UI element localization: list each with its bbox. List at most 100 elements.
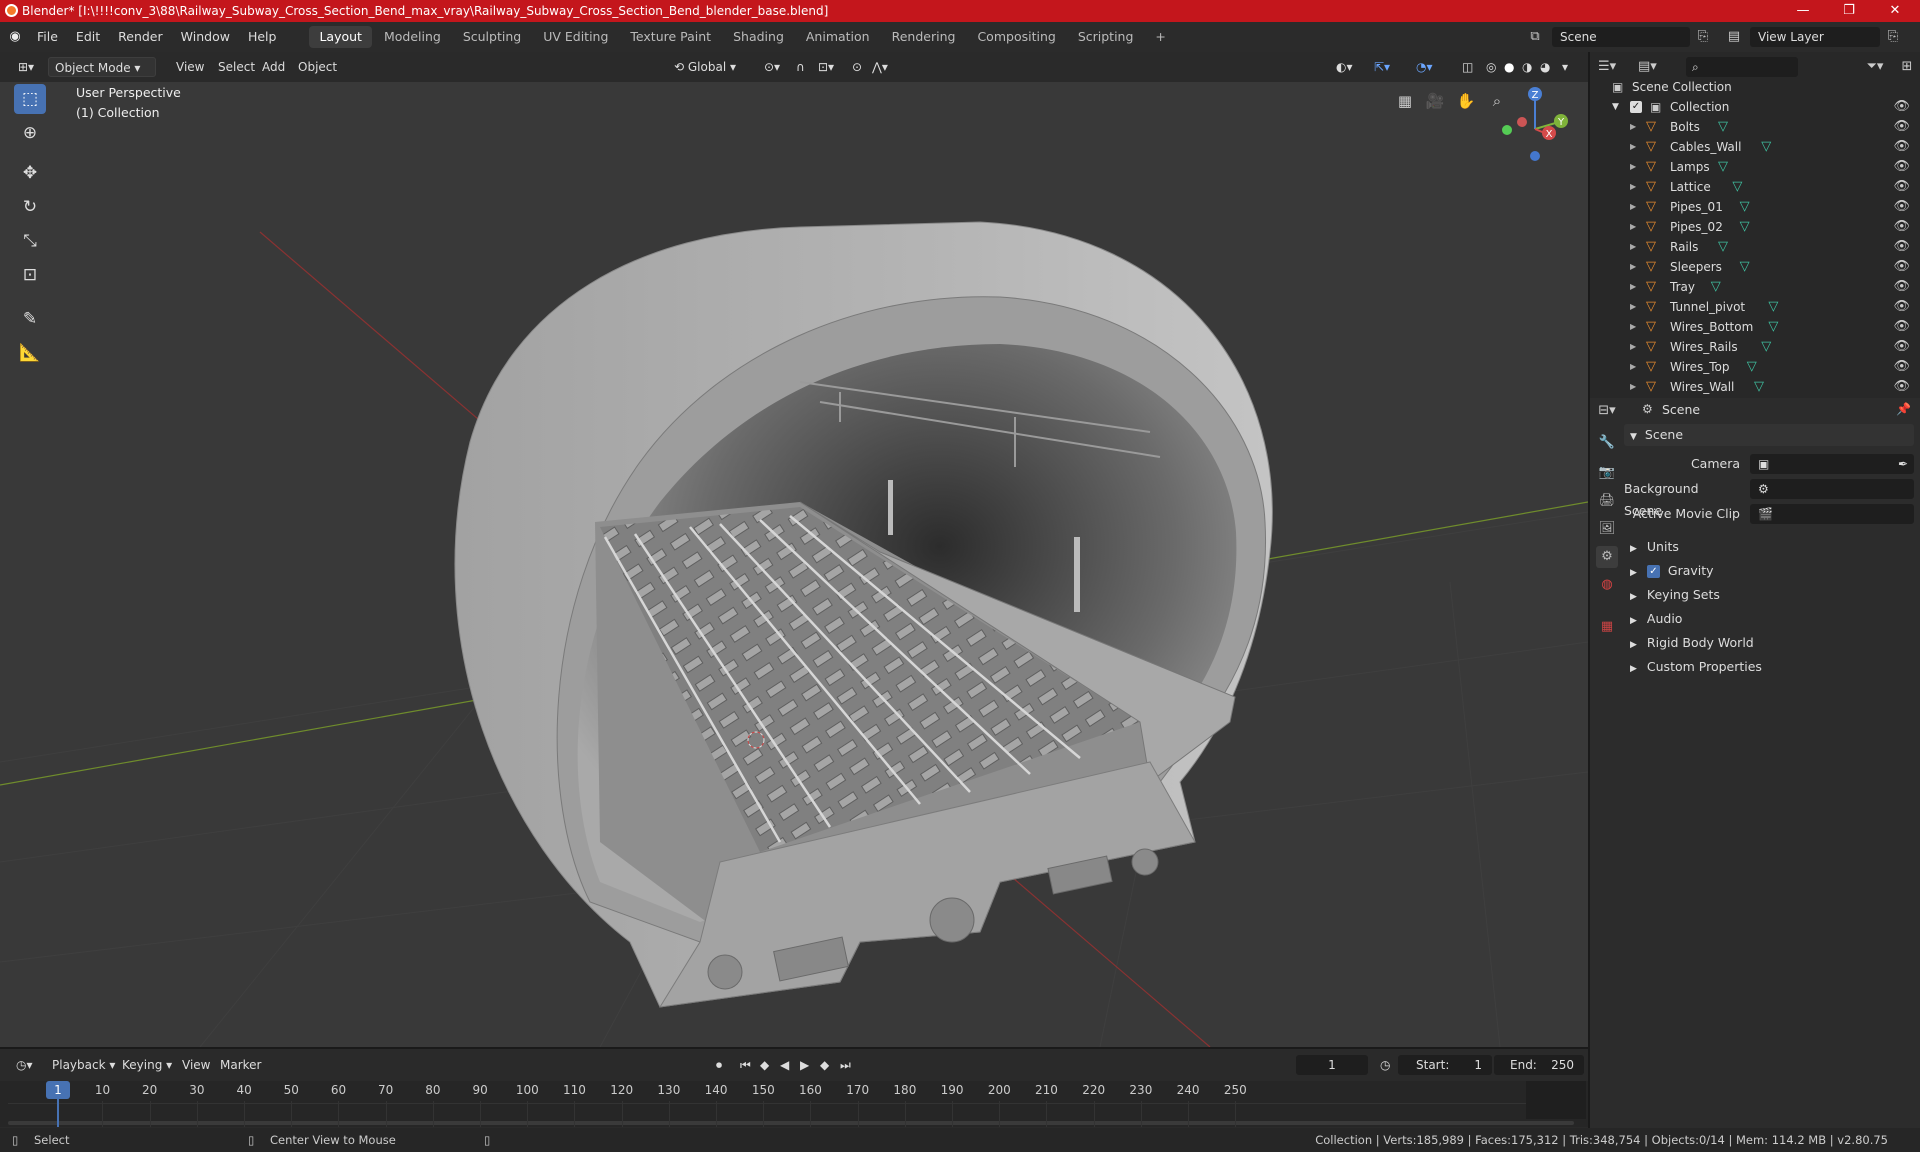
move-tool[interactable]: ✥: [14, 158, 46, 188]
tool-tab-icon[interactable]: 🔧: [1596, 432, 1618, 454]
shading-options-icon[interactable]: ▾: [1556, 57, 1574, 77]
eye-icon[interactable]: 👁: [1893, 117, 1910, 137]
rotate-tool[interactable]: ↻: [14, 192, 46, 222]
minimize-button[interactable]: —: [1780, 0, 1826, 22]
world-tab-icon[interactable]: ◍: [1596, 574, 1618, 596]
play-icon[interactable]: ▶: [794, 1055, 815, 1075]
viewport-menu-view[interactable]: View: [170, 57, 210, 77]
visibility-icon[interactable]: ◐▾: [1330, 57, 1359, 77]
view-layer-icon[interactable]: ▤: [1725, 28, 1743, 46]
scene-tab-icon[interactable]: ⚙: [1596, 546, 1618, 568]
output-tab-icon[interactable]: 🖨: [1596, 490, 1618, 512]
eye-icon[interactable]: 👁: [1893, 97, 1910, 117]
view-layer-tab-icon[interactable]: 🖼: [1596, 518, 1618, 540]
scene-browse-icon[interactable]: ⧉: [1526, 28, 1544, 46]
mesh-data-icon[interactable]: ▽: [1768, 317, 1778, 337]
mesh-data-icon[interactable]: ▽: [1747, 357, 1757, 377]
tab-shading[interactable]: Shading: [723, 26, 794, 48]
pan-hand-icon[interactable]: ✋: [1453, 88, 1479, 114]
eyedropper-icon[interactable]: ✒: [1898, 454, 1908, 474]
outliner-scene-collection[interactable]: ▣ Scene Collection: [1590, 77, 1920, 97]
close-button[interactable]: ✕: [1872, 0, 1918, 22]
axis-gizmo[interactable]: Z Y X: [1500, 84, 1570, 174]
scale-tool[interactable]: ⤡: [14, 226, 46, 256]
eye-icon[interactable]: 👁: [1893, 277, 1910, 297]
current-frame-field[interactable]: 1: [1296, 1055, 1368, 1075]
outliner-object-lamps[interactable]: ▶ ▽ Lamps ▽ 👁: [1590, 157, 1920, 177]
tab-compositing[interactable]: Compositing: [967, 26, 1065, 48]
scene-selector[interactable]: Scene: [1552, 27, 1690, 47]
mesh-data-icon[interactable]: ▽: [1754, 377, 1764, 397]
snap-icon[interactable]: ∩: [790, 57, 811, 77]
timeline-menu-marker[interactable]: Marker: [214, 1055, 267, 1075]
blender-menu-icon[interactable]: ◉: [6, 28, 24, 46]
outliner-editor-icon[interactable]: ☰▾: [1598, 58, 1616, 76]
transform-tool[interactable]: ⊡: [14, 260, 46, 290]
outliner-object-tunnel-pivot[interactable]: ▶ ▽ Tunnel_pivot ▽ 👁: [1590, 297, 1920, 317]
mesh-data-icon[interactable]: ▽: [1732, 177, 1742, 197]
play-reverse-icon[interactable]: ◀: [774, 1055, 795, 1075]
scene-panel-header[interactable]: ▼ Scene: [1624, 424, 1914, 446]
outliner-object-tray[interactable]: ▶ ▽ Tray ▽ 👁: [1590, 277, 1920, 297]
custom-properties-section[interactable]: ▶ Custom Properties: [1624, 656, 1914, 678]
mesh-data-icon[interactable]: ▽: [1711, 277, 1721, 297]
eye-icon[interactable]: 👁: [1893, 177, 1910, 197]
menu-file[interactable]: File: [28, 22, 67, 52]
outliner-object-rails[interactable]: ▶ ▽ Rails ▽ 👁: [1590, 237, 1920, 257]
tab-texture-paint[interactable]: Texture Paint: [620, 26, 721, 48]
menu-edit[interactable]: Edit: [67, 22, 109, 52]
annotate-tool[interactable]: ✎: [14, 304, 46, 334]
outliner-object-bolts[interactable]: ▶ ▽ Bolts ▽ 👁: [1590, 117, 1920, 137]
tab-scripting[interactable]: Scripting: [1068, 26, 1144, 48]
outliner-object-wires-top[interactable]: ▶ ▽ Wires_Top ▽ 👁: [1590, 357, 1920, 377]
timeline-menu-view[interactable]: View: [176, 1055, 216, 1075]
mesh-data-icon[interactable]: ▽: [1718, 157, 1728, 177]
viewport-menu-select[interactable]: Select: [212, 57, 261, 77]
eye-icon[interactable]: 👁: [1893, 317, 1910, 337]
mesh-data-icon[interactable]: ▽: [1740, 217, 1750, 237]
select-box-tool[interactable]: ⬚: [14, 84, 46, 114]
new-scene-icon[interactable]: ⎘: [1694, 28, 1712, 46]
expand-arrow-icon[interactable]: ▶: [1630, 237, 1636, 257]
expand-arrow-icon[interactable]: ▶: [1630, 257, 1636, 277]
measure-tool[interactable]: 📐: [14, 338, 46, 368]
audio-section[interactable]: ▶ Audio: [1624, 608, 1914, 630]
expand-arrow-icon[interactable]: ▶: [1630, 177, 1636, 197]
timeline-scrollbar[interactable]: [8, 1121, 1574, 1125]
eye-icon[interactable]: 👁: [1893, 257, 1910, 277]
cursor-tool[interactable]: ⊕: [14, 118, 46, 148]
3d-viewport[interactable]: [0, 82, 1588, 1047]
outliner-object-lattice[interactable]: ▶ ▽ Lattice ▽ 👁: [1590, 177, 1920, 197]
active-movie-clip-field[interactable]: 🎬: [1750, 504, 1914, 524]
outliner-object-cables-wall[interactable]: ▶ ▽ Cables_Wall ▽ 👁: [1590, 137, 1920, 157]
display-mode-icon[interactable]: ▤▾: [1638, 58, 1657, 76]
eye-icon[interactable]: 👁: [1893, 297, 1910, 317]
keying-sets-section[interactable]: ▶ Keying Sets: [1624, 584, 1914, 606]
mesh-data-icon[interactable]: ▽: [1718, 117, 1728, 137]
expand-arrow-icon[interactable]: ▶: [1630, 337, 1636, 357]
outliner-object-wires-wall[interactable]: ▶ ▽ Wires_Wall ▽ 👁: [1590, 377, 1920, 397]
units-section[interactable]: ▶ Units: [1624, 536, 1914, 558]
toggle-grid-icon[interactable]: ▦: [1392, 88, 1418, 114]
pin-icon[interactable]: 📌: [1896, 402, 1911, 416]
expand-arrow-icon[interactable]: ▶: [1630, 157, 1636, 177]
tab-uv-editing[interactable]: UV Editing: [533, 26, 618, 48]
falloff-icon[interactable]: ⋀▾: [866, 57, 894, 77]
outliner-object-pipes-01[interactable]: ▶ ▽ Pipes_01 ▽ 👁: [1590, 197, 1920, 217]
view-layer-selector[interactable]: View Layer: [1750, 27, 1880, 47]
orientation-dropdown[interactable]: ⟲ Global ▾: [668, 57, 742, 77]
mode-dropdown[interactable]: Object Mode ▾: [48, 57, 156, 77]
menu-help[interactable]: Help: [239, 22, 286, 52]
gravity-section[interactable]: ▶ ✓ Gravity: [1624, 560, 1914, 582]
tab-layout[interactable]: Layout: [309, 26, 372, 48]
jump-end-icon[interactable]: ⏭: [834, 1055, 857, 1075]
camera-field[interactable]: ▣ ✒: [1750, 454, 1914, 474]
eye-icon[interactable]: 👁: [1893, 197, 1910, 217]
timeline-menu-playback[interactable]: Playback ▾: [46, 1055, 121, 1075]
collapse-arrow-icon[interactable]: ▼: [1612, 97, 1619, 117]
outliner-object-sleepers[interactable]: ▶ ▽ Sleepers ▽ 👁: [1590, 257, 1920, 277]
menu-render[interactable]: Render: [109, 22, 172, 52]
proportional-edit-icon[interactable]: ⊙: [846, 57, 868, 77]
record-icon[interactable]: ⏺: [710, 1055, 728, 1075]
gravity-checkbox[interactable]: ✓: [1646, 565, 1660, 578]
